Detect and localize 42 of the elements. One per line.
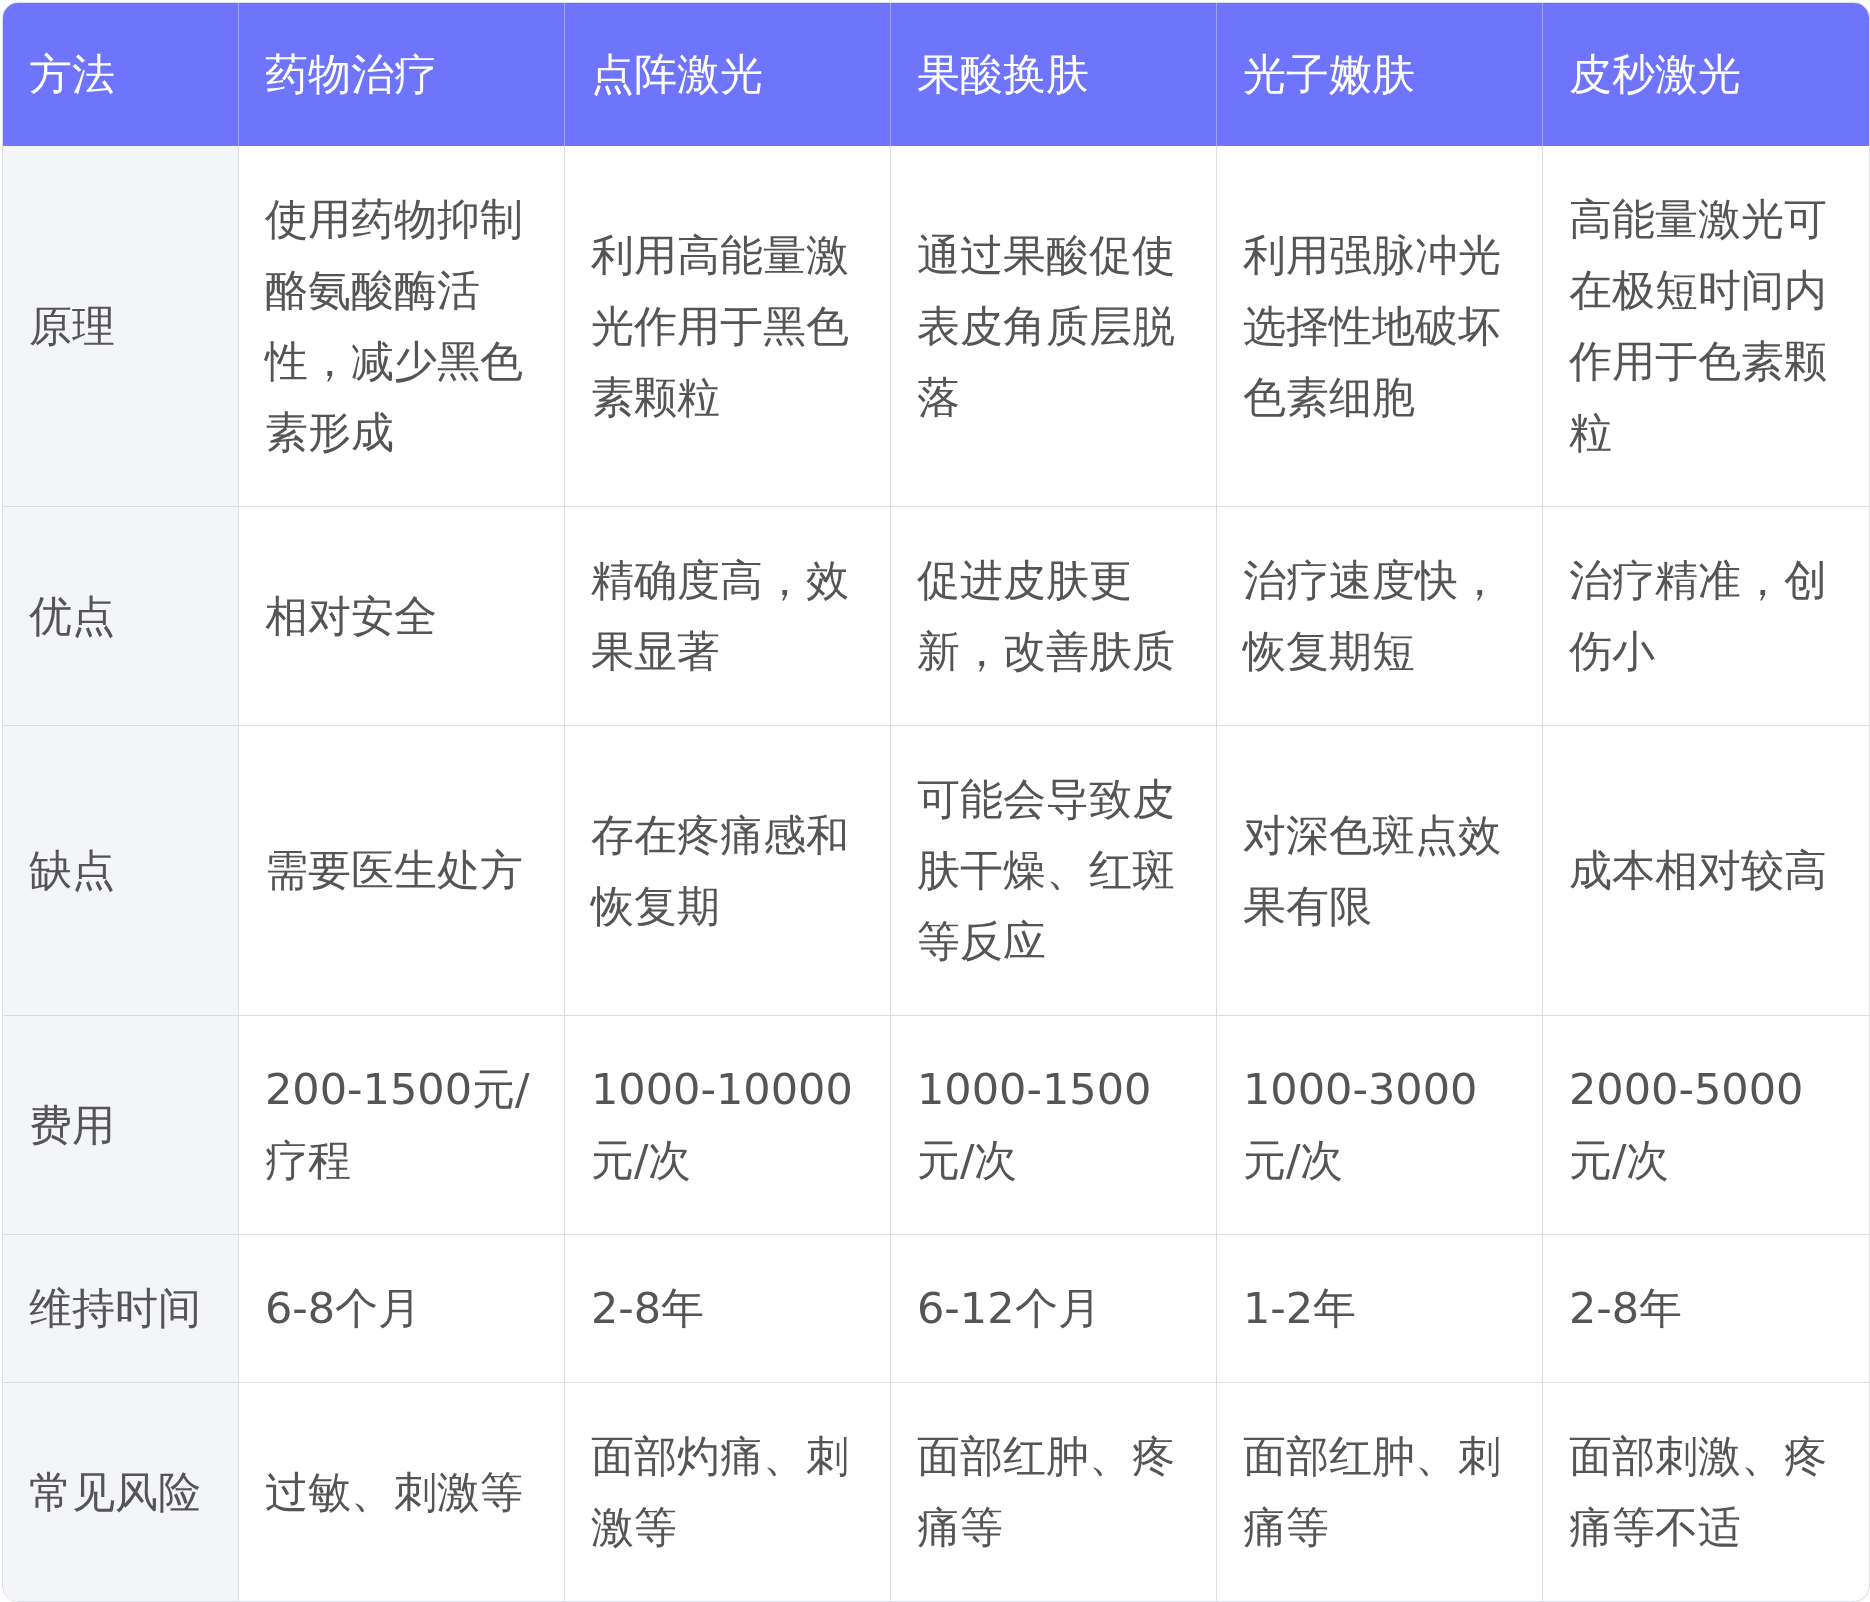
table-cell-text: 面部刺激、疼痛等不适 xyxy=(1568,1430,1828,1554)
row-header: 原理 xyxy=(3,146,239,507)
table-cell: 1000-3000元/次 xyxy=(1217,1016,1543,1235)
column-header: 皮秒激光 xyxy=(1543,3,1869,146)
table-cell: 促进皮肤更新，改善肤质 xyxy=(891,507,1217,726)
table-cell: 1000-1500元/次 xyxy=(891,1016,1217,1235)
row-header: 优点 xyxy=(3,507,239,726)
table-cell: 过敏、刺激等 xyxy=(239,1383,565,1601)
table-cell: 面部灼痛、刺激等 xyxy=(565,1383,891,1601)
table-cell: 利用强脉冲光选择性地破坏色素细胞 xyxy=(1217,146,1543,507)
table-cell: 精确度高，效果显著 xyxy=(565,507,891,726)
table-cell: 面部红肿、疼痛等 xyxy=(891,1383,1217,1601)
table-cell: 治疗速度快，恢复期短 xyxy=(1217,507,1543,726)
table-cell: 1-2年 xyxy=(1217,1235,1543,1383)
column-header: 药物治疗 xyxy=(239,3,565,146)
table-cell: 200-1500元/疗程 xyxy=(239,1016,565,1235)
table-cell: 对深色斑点效果有限 xyxy=(1217,726,1543,1016)
table-cell: 2-8年 xyxy=(1543,1235,1869,1383)
table-cell: 相对安全 xyxy=(239,507,565,726)
table-cell: 面部红肿、刺痛等 xyxy=(1217,1383,1543,1601)
table-cell: 2000-5000元/次 xyxy=(1543,1016,1869,1235)
table-cell: 需要医生处方 xyxy=(239,726,565,1016)
table-cell: 利用高能量激光作用于黑色素颗粒 xyxy=(565,146,891,507)
table-cell: 1000-10000元/次 xyxy=(565,1016,891,1235)
row-header: 缺点 xyxy=(3,726,239,1016)
table-cell: 使用药物抑制酪氨酸酶活性，减少黑色素形成 xyxy=(239,146,565,507)
table-cell: 可能会导致皮肤干燥、红斑等反应 xyxy=(891,726,1217,1016)
table-cell: 成本相对较高 xyxy=(1543,726,1869,1016)
row-header: 常见风险 xyxy=(3,1383,239,1601)
column-header: 方法 xyxy=(3,3,239,146)
table-cell: 高能量激光可在极短时间内作用于色素颗粒 xyxy=(1543,146,1869,507)
column-header: 果酸换肤 xyxy=(891,3,1217,146)
column-header: 点阵激光 xyxy=(565,3,891,146)
table-cell: 治疗精准，创伤小 xyxy=(1543,507,1869,726)
column-header: 光子嫩肤 xyxy=(1217,3,1543,146)
table-cell: 2-8年 xyxy=(565,1235,891,1383)
table-cell: 存在疼痛感和恢复期 xyxy=(565,726,891,1016)
table-cell: 6-8个月 xyxy=(239,1235,565,1383)
row-header: 费用 xyxy=(3,1016,239,1235)
table-cell: 6-12个月 xyxy=(891,1235,1217,1383)
table-cell: 通过果酸促使表皮角质层脱落 xyxy=(891,146,1217,507)
row-header: 维持时间 xyxy=(3,1235,239,1383)
